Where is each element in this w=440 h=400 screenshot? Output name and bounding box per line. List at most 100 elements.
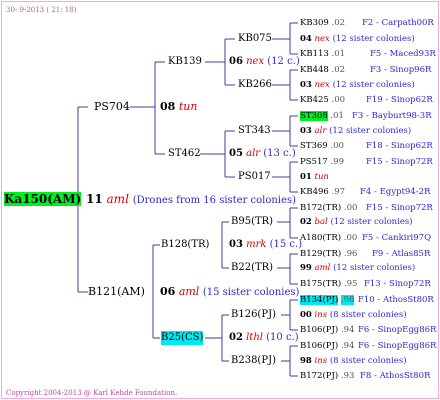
l4-year: .94 — [340, 325, 355, 335]
l3-note: (12 sister colonies) — [333, 263, 416, 273]
l3-note: (12 sister colonies) — [330, 217, 413, 227]
l3-id[interactable]: B126(PJ) — [231, 308, 276, 322]
l1-bot-id[interactable]: B121(AM) — [88, 285, 145, 299]
l2-id[interactable]: B25(CS) — [161, 331, 204, 345]
l2-id[interactable]: ST462 — [168, 147, 201, 161]
l4-row[interactable]: B172(PJ) .93 — [300, 369, 354, 383]
l4-row[interactable]: KB425 .00 — [300, 93, 345, 107]
l4-row[interactable]: KB496 .97 — [300, 185, 345, 199]
l4-year: .00 — [330, 141, 344, 151]
l4-id: B106(PJ) — [300, 341, 339, 351]
generated-date: 30- 9-2013 ( 21: 18) — [6, 6, 77, 14]
l3-info: 98 ins (8 sister colonies) — [300, 354, 407, 368]
l2-info: 05 alr (13 c.) — [229, 147, 296, 161]
l3-code: alr — [314, 126, 327, 136]
l4-year: .96 — [343, 249, 358, 259]
l4-row[interactable]: KB448 .02 — [300, 63, 345, 77]
l3-info: 03 alr (12 sister colonies) — [300, 124, 411, 138]
l4-id: ST369 — [300, 141, 328, 151]
l2-id[interactable]: B128(TR) — [161, 238, 209, 252]
l1-top-info: 08 tun — [160, 100, 197, 114]
root-colony-id[interactable]: Ka150(AM) — [4, 192, 82, 206]
l3-id[interactable]: ST343 — [238, 124, 271, 138]
l4-origin: F9 - Atlas85R — [372, 249, 431, 259]
l3-id[interactable]: KB075 — [238, 32, 272, 46]
l3-code: ins — [314, 310, 328, 320]
l3-id[interactable]: PS017 — [238, 170, 271, 184]
l4-origin: F10 - AthosSt80R — [358, 295, 434, 305]
l4-origin: F18 - Sinop62R — [366, 141, 433, 151]
l3-id[interactable]: B95(TR) — [231, 215, 273, 229]
l4-id: B172(TR) — [300, 203, 342, 213]
l3-id[interactable]: B22(TR) — [231, 261, 273, 275]
l4-id: KB425 — [300, 95, 329, 105]
l3-id[interactable]: B238(PJ) — [231, 354, 276, 368]
l4-id: A180(TR) — [300, 233, 342, 243]
l4-row[interactable]: B172(TR) .00 — [300, 201, 357, 215]
l4-row[interactable]: PS517 .99 — [300, 155, 344, 169]
l4-id: KB496 — [300, 187, 329, 197]
l3-code: nex — [314, 80, 330, 90]
l3-note: (12 sister colonies) — [332, 80, 415, 90]
l1-top-id[interactable]: PS704 — [94, 100, 130, 114]
l2-note: (13 c.) — [263, 148, 296, 159]
l1-bot-info: 06 aml (15 sister colonies) — [160, 285, 299, 300]
l4-year: .01 — [330, 111, 344, 121]
l4-year: .00 — [331, 95, 346, 105]
root-info: 11 aml (Drones from 16 sister colonies) — [86, 192, 296, 208]
l4-year: .99 — [330, 157, 345, 167]
l4-origin: F3 - Sinop96R — [370, 65, 432, 75]
l4-origin: F3 - Bayburt98-3R — [352, 111, 432, 121]
l3-year: 02 — [300, 217, 312, 227]
l4-id: KB113 — [300, 49, 329, 59]
l2-year: 05 — [229, 148, 243, 159]
l2-code: nex — [246, 56, 265, 67]
l2-code: lthl — [246, 332, 263, 343]
l4-row[interactable]: KB309 .02 — [300, 16, 345, 30]
l2-note: (10 c.) — [266, 332, 299, 343]
l2-note: (12 c.) — [267, 56, 300, 67]
l3-year: 03 — [300, 80, 312, 90]
l3-note: (8 sister colonies) — [329, 356, 407, 366]
l3-id[interactable]: KB266 — [238, 78, 272, 92]
l3-note: (12 sister colonies) — [329, 126, 412, 136]
l3-code: nex — [314, 34, 330, 44]
l4-row[interactable]: ST369 .00 — [300, 139, 344, 153]
l4-row[interactable]: ST308 .01 — [300, 109, 344, 123]
l4-id: KB309 — [300, 18, 329, 28]
l4-origin: F5 - Cankiri97Q — [362, 233, 432, 243]
l3-code: tun — [314, 172, 329, 182]
l4-origin: F15 - Sinop72R — [366, 203, 433, 213]
l4-row[interactable]: A180(TR) .00 — [300, 231, 357, 245]
l4-year: .00 — [343, 233, 358, 243]
l2-code: alr — [246, 148, 261, 159]
l4-row[interactable]: B134(PJ) .98 — [300, 293, 355, 307]
l4-row[interactable]: B129(TR) .96 — [300, 247, 357, 261]
l4-id: PS517 — [300, 157, 328, 167]
l3-year: 04 — [300, 34, 312, 44]
l3-info: 01 tun — [300, 170, 329, 184]
l4-origin: F6 - SinopEgg86R — [358, 341, 437, 351]
l3-code: ins — [314, 356, 328, 366]
l4-row[interactable]: B106(PJ) .94 — [300, 339, 354, 353]
l3-year: 99 — [300, 263, 312, 273]
l4-row[interactable]: KB113 .01 — [300, 47, 345, 61]
l1-bot-note: (15 sister colonies) — [202, 287, 300, 298]
l3-code: bal — [314, 217, 328, 227]
l4-origin: F6 - SinopEgg86R — [358, 325, 437, 335]
l2-year: 02 — [229, 332, 243, 343]
l3-info: 02 bal (12 sister colonies) — [300, 215, 413, 229]
l1-bot-code: aml — [178, 285, 200, 298]
l4-origin: F2 - Carpath00R — [362, 18, 434, 28]
l4-row[interactable]: B175(TR) .95 — [300, 277, 357, 291]
l4-id: B134(PJ) — [300, 295, 339, 305]
l4-id: B129(TR) — [300, 249, 342, 259]
l1-top-code: tun — [178, 100, 198, 113]
l1-top-year: 08 — [160, 100, 176, 113]
l4-row[interactable]: B106(PJ) .94 — [300, 323, 354, 337]
l2-info: 03 mrk (15 c.) — [229, 238, 302, 252]
l2-year: 03 — [229, 239, 243, 250]
l2-id[interactable]: KB139 — [168, 55, 202, 69]
root-note: (Drones from 16 sister colonies) — [132, 195, 296, 206]
l2-year: 06 — [229, 56, 243, 67]
